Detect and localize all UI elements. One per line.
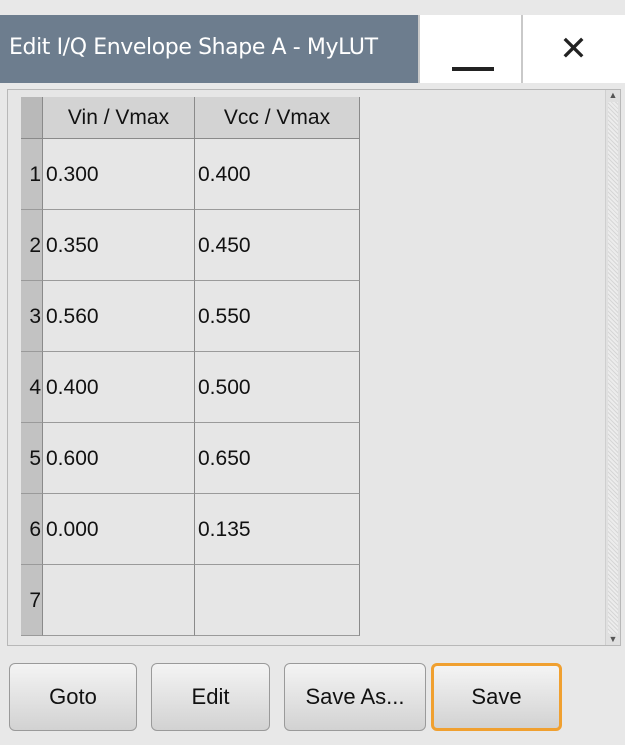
column-header-vin[interactable]: Vin / Vmax (43, 97, 195, 139)
row-header[interactable]: 6 (21, 494, 43, 565)
cell-vcc[interactable]: 0.650 (195, 423, 360, 494)
lut-table-area: Vin / Vmax Vcc / Vmax 1 0.300 0.400 2 0.350 0… (7, 89, 621, 646)
cell-vin[interactable]: 0.560 (43, 281, 195, 352)
cell-vcc[interactable]: 0.500 (195, 352, 360, 423)
table-corner (21, 97, 43, 139)
minimize-icon (452, 67, 494, 71)
scroll-down-arrow-icon[interactable]: ▼ (608, 634, 618, 645)
window-title: Edit I/Q Envelope Shape A - MyLUT (0, 15, 418, 83)
vertical-scrollbar[interactable]: ▲ ▼ (605, 90, 620, 645)
scroll-up-arrow-icon[interactable]: ▲ (608, 90, 618, 101)
column-header-vcc[interactable]: Vcc / Vmax (195, 97, 360, 139)
minimize-button[interactable] (420, 15, 521, 83)
row-header[interactable]: 5 (21, 423, 43, 494)
title-bar: Edit I/Q Envelope Shape A - MyLUT ✕ (0, 15, 625, 83)
close-icon: ✕ (559, 29, 588, 69)
close-button[interactable]: ✕ (523, 15, 624, 83)
scroll-track[interactable] (608, 102, 618, 634)
row-header[interactable]: 7 (21, 565, 43, 636)
row-header[interactable]: 3 (21, 281, 43, 352)
cell-vin[interactable] (43, 565, 195, 636)
row-header[interactable]: 2 (21, 210, 43, 281)
cell-vcc[interactable]: 0.400 (195, 139, 360, 210)
cell-vin[interactable]: 0.400 (43, 352, 195, 423)
cell-vin[interactable]: 0.300 (43, 139, 195, 210)
cell-vcc[interactable]: 0.550 (195, 281, 360, 352)
cell-vin[interactable]: 0.000 (43, 494, 195, 565)
goto-button[interactable]: Goto (9, 663, 137, 731)
cell-vcc[interactable]: 0.450 (195, 210, 360, 281)
lut-editor-window: Edit I/Q Envelope Shape A - MyLUT ✕ Vin … (0, 0, 625, 745)
save-button[interactable]: Save (431, 663, 562, 731)
cell-vcc[interactable] (195, 565, 360, 636)
edit-button[interactable]: Edit (151, 663, 270, 731)
row-header[interactable]: 4 (21, 352, 43, 423)
save-as-button[interactable]: Save As... (284, 663, 426, 731)
row-header[interactable]: 1 (21, 139, 43, 210)
cell-vcc[interactable]: 0.135 (195, 494, 360, 565)
cell-vin[interactable]: 0.600 (43, 423, 195, 494)
cell-vin[interactable]: 0.350 (43, 210, 195, 281)
